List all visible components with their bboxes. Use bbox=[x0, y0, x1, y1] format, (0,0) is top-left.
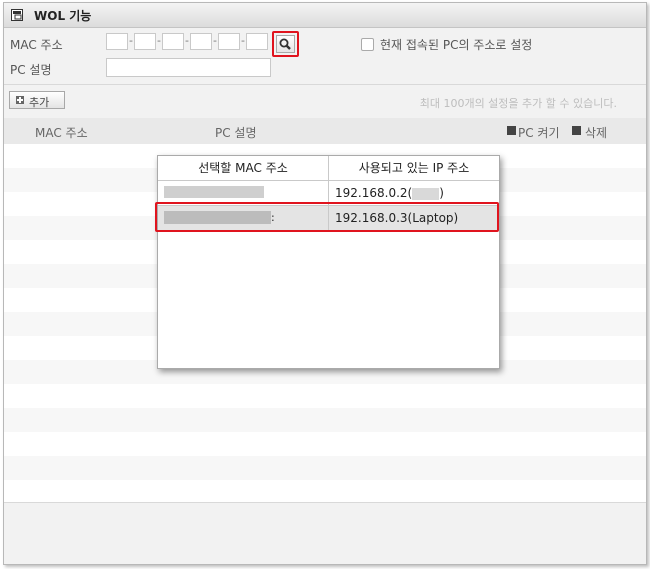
mac-octet-6-input[interactable] bbox=[246, 33, 268, 50]
divider bbox=[4, 84, 646, 85]
add-button[interactable]: 추가 bbox=[9, 91, 65, 109]
pc-description-input[interactable] bbox=[106, 58, 271, 77]
mac-select-popup: 선택할 MAC 주소 사용되고 있는 IP 주소 192.168.0.2() :… bbox=[157, 155, 500, 369]
list-header: MAC 주소 PC 설명 PC 켜기 삭제 bbox=[4, 118, 646, 144]
list-row bbox=[4, 408, 646, 432]
wake-pc-icon bbox=[507, 126, 516, 135]
mac-octet-2-input[interactable] bbox=[134, 33, 156, 50]
limit-hint: 최대 100개의 설정을 추가 할 수 있습니다. bbox=[419, 97, 617, 110]
delete-action[interactable]: 삭제 bbox=[585, 124, 607, 141]
wake-pc-action[interactable]: PC 켜기 bbox=[518, 124, 560, 141]
plus-icon bbox=[16, 96, 24, 104]
current-pc-checkbox-label: 현재 접속된 PC의 주소로 설정 bbox=[380, 38, 533, 52]
pc-description-label: PC 설명 bbox=[10, 63, 52, 77]
title-bar: WOL 기능 bbox=[4, 3, 646, 28]
redacted-mac bbox=[164, 186, 264, 198]
mac-address-label: MAC 주소 bbox=[10, 38, 63, 52]
wol-feature-icon bbox=[11, 9, 23, 21]
popup-header-mac: 선택할 MAC 주소 bbox=[158, 156, 329, 181]
mac-separator: - bbox=[157, 34, 161, 47]
mac-separator: - bbox=[129, 34, 133, 47]
delete-icon bbox=[572, 126, 581, 135]
current-pc-checkbox[interactable] bbox=[361, 38, 374, 51]
column-header-mac: MAC 주소 bbox=[35, 126, 88, 140]
mac-octet-1-input[interactable] bbox=[106, 33, 128, 50]
wol-panel: WOL 기능 MAC 주소 - - - - - 현재 접속된 PC의 주소로 설… bbox=[3, 2, 647, 565]
mac-separator: - bbox=[213, 34, 217, 47]
mac-octet-3-input[interactable] bbox=[162, 33, 184, 50]
popup-header-ip: 사용되고 있는 IP 주소 bbox=[329, 156, 499, 181]
mac-separator: - bbox=[241, 34, 245, 47]
add-button-label: 추가 bbox=[29, 96, 50, 109]
divider bbox=[4, 502, 646, 503]
redacted-hostname bbox=[412, 187, 440, 200]
ip-text-suffix: ) bbox=[439, 186, 444, 200]
mac-octet-4-input[interactable] bbox=[190, 33, 212, 50]
mac-octet-5-input[interactable] bbox=[218, 33, 240, 50]
mac-separator: - bbox=[185, 34, 189, 47]
page-title: WOL 기능 bbox=[34, 9, 92, 23]
ip-text: 192.168.0.2( bbox=[335, 186, 413, 200]
list-row bbox=[4, 456, 646, 480]
search-button-highlight bbox=[272, 31, 299, 57]
column-header-pc-description: PC 설명 bbox=[215, 126, 257, 140]
selected-row-highlight bbox=[155, 202, 499, 232]
